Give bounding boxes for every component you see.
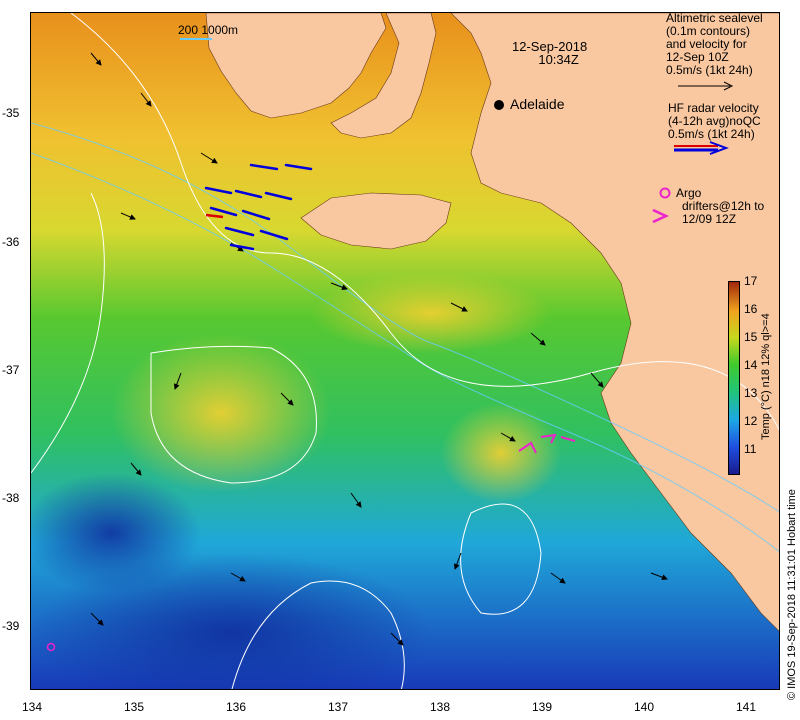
colorbar-title: Temp (°C) n18 12% ql>=4	[760, 313, 772, 440]
lat-tick-label: -38	[2, 491, 20, 505]
lat-tick-label: -39	[2, 619, 20, 633]
warm-eddy	[441, 403, 561, 503]
lon-tick-label: 135	[123, 700, 145, 714]
lat-tick-label: -35	[2, 106, 20, 120]
time-text: 10:34Z	[538, 52, 579, 67]
warm-eddy	[111, 333, 331, 493]
colorbar-tick: 13	[744, 386, 758, 400]
lon-tick-label: 134	[21, 700, 43, 714]
depth-legend: 200 1000m	[178, 23, 239, 37]
colorbar-tick: 12	[744, 414, 758, 428]
lat-tick-label: -36	[2, 235, 20, 249]
date-header: 12-Sep-2018 10:34Z	[512, 40, 587, 66]
hf-legend: HF radar velocity (4-12h avg)noQC 0.5m/s…	[668, 102, 761, 141]
lon-tick-label: 141	[735, 700, 757, 714]
lon-tick-label: 136	[225, 700, 247, 714]
lat-tick-label: -37	[2, 363, 20, 377]
argo-legend-chevron	[652, 208, 669, 224]
argo-legend-circle	[659, 187, 671, 199]
colorbar-tick: 17	[744, 274, 758, 288]
argo-legend: Argo drifters@12h to 12/09 12Z	[676, 187, 764, 226]
colorbar-tick: 11	[744, 442, 757, 456]
city-label: Adelaide	[510, 96, 565, 112]
lon-tick-label: 139	[531, 700, 553, 714]
city-marker	[494, 100, 504, 110]
lon-tick-label: 138	[429, 700, 451, 714]
hf-legend-arrow	[674, 141, 729, 155]
colorbar-tick: 14	[744, 358, 758, 372]
lon-tick-label: 140	[633, 700, 655, 714]
sealevel-legend: Altimetric sealevel (0.1m contours) and …	[666, 12, 763, 77]
lon-tick-label: 137	[327, 700, 349, 714]
sealevel-legend-arrow	[678, 81, 734, 91]
colorbar-tick: 15	[744, 330, 758, 344]
credit-text: © IMOS 19-Sep-2018 11:31:01 Hobart time	[786, 489, 798, 700]
sealevel-legend-line: 0.5m/s (1kt 24h)	[666, 63, 753, 77]
temperature-colorbar	[728, 281, 740, 475]
colorbar-tick: 16	[744, 302, 758, 316]
argo-legend-line: 12/09 12Z	[682, 212, 737, 226]
depth-legend-line	[180, 38, 212, 40]
